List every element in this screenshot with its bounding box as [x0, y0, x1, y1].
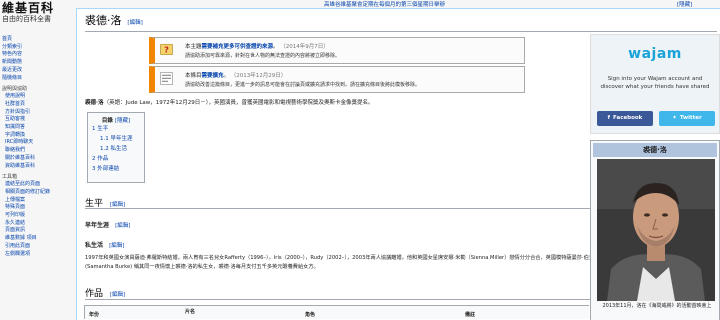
- site-notice[interactable]: 高雄谷維基聚會定期在每個月的第三個星期日舉辦: [324, 0, 445, 8]
- nav-item[interactable]: 最近更改: [0, 67, 76, 75]
- question-book-icon: ?: [160, 43, 173, 56]
- table-header: 角色: [305, 312, 316, 318]
- tools-item[interactable]: 相關頁面的修訂紀錄: [0, 189, 76, 197]
- facebook-label: Facebook: [613, 115, 643, 121]
- sidebar: 維基百科 自由的百科全書 首頁 分類索引 特色內容 新聞動態 最近更改 隨機條目…: [0, 0, 76, 320]
- help-item[interactable]: 使用說明: [0, 93, 76, 101]
- toc-item[interactable]: 2 作品: [92, 154, 140, 164]
- notice-line-1: 本條目需要擴充。 （2013年12月29日）: [185, 71, 286, 79]
- notice-pre: 本主題: [185, 44, 202, 50]
- notice-date: （2014年9月7日）: [280, 44, 329, 50]
- notice-post: 。: [273, 44, 279, 50]
- edit-link[interactable]: [編輯]: [115, 223, 130, 229]
- edit-link[interactable]: [編輯]: [110, 292, 125, 298]
- facebook-button[interactable]: f Facebook: [597, 111, 653, 126]
- infobox-title: 裘德·洛: [593, 143, 717, 157]
- help-item[interactable]: IRC即時聊天: [0, 139, 76, 147]
- section-title: 作品: [85, 289, 104, 299]
- tools-item[interactable]: 引用此頁面: [0, 243, 76, 251]
- help-item[interactable]: 資助維基百科: [0, 163, 76, 171]
- notice-line-2: 請協助改善這篇條目，更進一步的訊息可能會在討論頁或擴充請求中找到。請在擴充條目後…: [185, 82, 421, 88]
- nav-item[interactable]: 特色內容: [0, 51, 76, 59]
- notice-expand: 本條目需要擴充。 （2013年12月29日） 請協助改善這篇條目，更進一步的訊息…: [149, 66, 525, 93]
- help-item[interactable]: 關於維基百科: [0, 155, 76, 163]
- logo-subtitle: 自由的百科全書: [2, 15, 51, 23]
- infobox: 裘德·洛 2013年11月，洛在《海問威將》的活動首映會上: [590, 140, 720, 320]
- lead-paragraph: 裘德·洛（英語：Jude Law，1972年12月29日－），英國演員，曾獲英國…: [85, 98, 374, 106]
- twitter-button[interactable]: ✦ Twitter: [659, 111, 715, 126]
- twitter-label: Twitter: [679, 115, 702, 121]
- edit-link[interactable]: [編輯]: [127, 20, 142, 26]
- hide-notice-link[interactable]: [隱藏]: [677, 0, 692, 8]
- table-header: 年份: [89, 312, 100, 318]
- subsection-title: 私生活: [85, 242, 104, 249]
- tools-item[interactable]: 維基數據 項目: [0, 235, 76, 243]
- edit-link[interactable]: [編輯]: [109, 243, 124, 249]
- help-item[interactable]: 互助客棧: [0, 116, 76, 124]
- help-item[interactable]: 社群首頁: [0, 101, 76, 109]
- portrait-image: [597, 159, 715, 301]
- notice-refimprove: ? 本主題需要補充更多可供查證的來源。 （2014年9月7日） 請協助添加可靠來…: [149, 37, 525, 64]
- facebook-icon: f: [607, 115, 611, 121]
- wajam-line-2: discover what your friends have shared: [600, 84, 710, 90]
- table-header: 備註: [465, 312, 476, 318]
- lead-name: 裘德·洛: [85, 100, 104, 106]
- nav-item[interactable]: 首頁: [0, 36, 76, 44]
- lead-text: （英語：Jude Law，1972年12月29日－），英國演員，曾獲英國電影和電…: [103, 100, 374, 106]
- help-item[interactable]: 知識問答: [0, 124, 76, 132]
- svg-text:?: ?: [164, 45, 169, 55]
- notice-post: 。: [223, 73, 230, 79]
- notice-pre: 本條目: [185, 73, 202, 79]
- portrait-photo[interactable]: [597, 159, 715, 301]
- page-title: 裘德·洛: [85, 14, 122, 27]
- expand-icon: [160, 72, 173, 85]
- notice-line-1: 本主題需要補充更多可供查證的來源。 （2014年9月7日）: [185, 42, 329, 50]
- tools-item[interactable]: 左側欄選項: [0, 251, 76, 259]
- toc-item[interactable]: 1 生平: [92, 124, 140, 134]
- toc-toggle[interactable]: [隱藏]: [115, 118, 130, 124]
- toc-item[interactable]: 3 外部連結: [92, 164, 140, 174]
- notice-date: （2013年12月29日）: [230, 73, 287, 79]
- filmography-table: 年份 片名 角色 備註: [84, 305, 589, 319]
- toc-item[interactable]: 1.1 早年生涯: [92, 134, 140, 144]
- section-divider: [85, 208, 590, 209]
- twitter-icon: ✦: [672, 115, 677, 121]
- help-item[interactable]: 聯絡我們: [0, 147, 76, 155]
- section-heading-works: 作品 [編輯]: [85, 286, 125, 299]
- main-navigation: 首頁 分類索引 特色內容 新聞動態 最近更改 隨機條目 說明與協助 使用說明 社…: [0, 36, 76, 258]
- notice-line-2: 請協助添加可靠來源，針對在世人物的無法查證的內容將被立即移除。: [185, 53, 341, 59]
- private-life-paragraph: 1997年和英國女演員薩迪·弗羅斯特結婚，兩人育有三名兒女Rafferty（19…: [85, 255, 595, 270]
- notice-bold-link[interactable]: 需要補充更多可供查證的來源: [202, 44, 274, 50]
- toc-title: 目錄 [隱藏]: [92, 116, 140, 124]
- title-divider: [85, 31, 717, 32]
- wajam-widget: wajam Sign into your Wajam account and d…: [590, 34, 720, 134]
- title-row: 裘德·洛 [編輯]: [85, 12, 143, 28]
- tools-item[interactable]: 可列印版: [0, 212, 76, 220]
- wajam-line-1: Sign into your Wajam account and: [607, 76, 703, 82]
- section-divider: [85, 299, 590, 300]
- table-of-contents: 目錄 [隱藏] 1 生平 1.1 早年生涯 1.2 私生活 2 作品 3 外部連…: [87, 112, 145, 183]
- subsection-title: 早年生涯: [85, 222, 110, 229]
- tools-item[interactable]: 連結至此的頁面: [0, 181, 76, 189]
- table-header: 片名: [185, 309, 196, 315]
- wajam-description: Sign into your Wajam account and discove…: [591, 75, 719, 91]
- nav-item[interactable]: 新聞動態: [0, 59, 76, 67]
- notice-bold-link[interactable]: 需要擴充: [202, 73, 224, 79]
- subsection-heading-early: 早年生涯 [編輯]: [85, 220, 130, 229]
- wikipedia-logo[interactable]: 維基百科 自由的百科全書: [2, 2, 74, 24]
- wajam-logo: wajam: [628, 46, 682, 62]
- infobox-caption: 2013年11月，洛在《海問威將》的活動首映會上: [602, 303, 712, 309]
- subsection-heading-private: 私生活 [編輯]: [85, 240, 124, 249]
- logo-title: 維基百科: [2, 1, 55, 15]
- tools-item[interactable]: 特殊頁面: [0, 204, 76, 212]
- nav-item[interactable]: 隨機條目: [0, 75, 76, 83]
- toc-item[interactable]: 1.2 私生活: [92, 144, 140, 154]
